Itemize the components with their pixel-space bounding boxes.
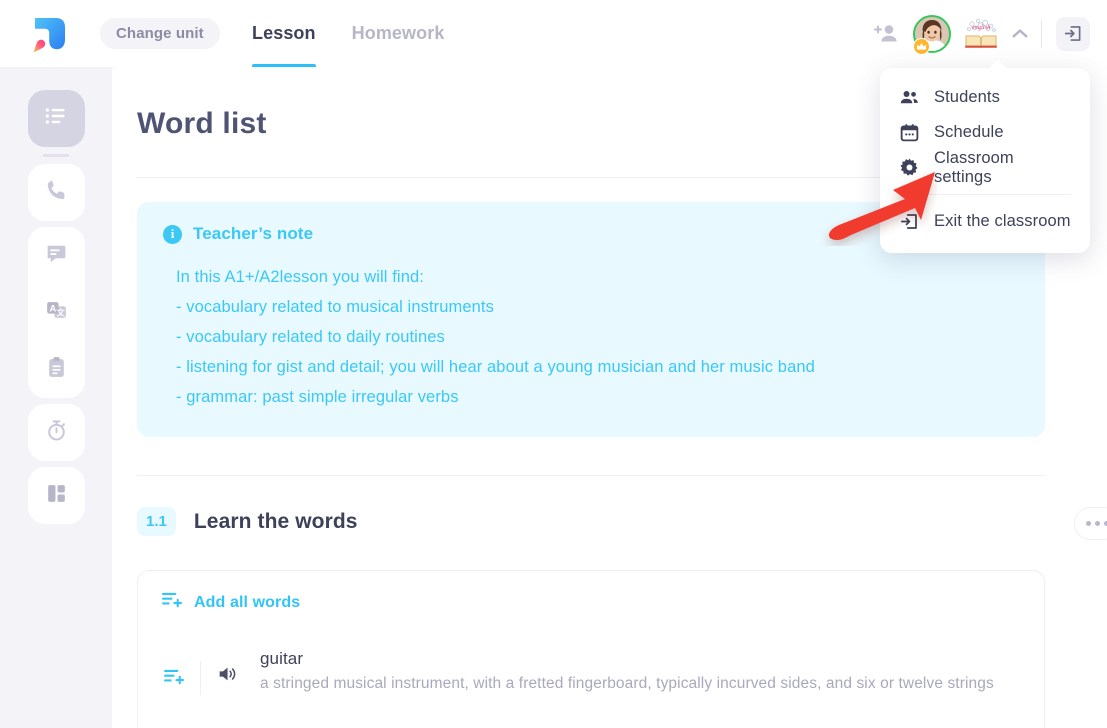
note-line: - vocabulary related to musical instrume… [176, 298, 494, 316]
calendar-icon [899, 122, 920, 143]
translate-icon: A 文 [44, 298, 69, 328]
top-bar: Change unit Lesson Homework english [0, 0, 1107, 67]
sidebar-item-layout[interactable] [28, 467, 85, 524]
section-title: Learn the words [193, 509, 358, 533]
note-line: - grammar: past simple irregular verbs [176, 388, 459, 406]
change-unit-button[interactable]: Change unit [100, 18, 220, 49]
menu-divider [899, 194, 1071, 195]
sidebar-item-translate[interactable]: A 文 [28, 284, 85, 341]
section-number: 1.1 [137, 507, 176, 536]
sidebar-item-notes[interactable] [28, 341, 85, 398]
add-list-icon [162, 591, 183, 615]
menu-item-label: Classroom settings [934, 148, 1014, 186]
phone-icon [44, 178, 69, 208]
word-definition: a stringed musical instrument, with a fr… [260, 675, 994, 692]
add-all-words-button[interactable]: Add all words [162, 591, 1020, 615]
clipboard-icon [44, 355, 69, 385]
classroom-dropdown-menu: Students Schedule Classroom settings Exi… [880, 60, 1090, 253]
menu-item-label: Students [934, 88, 1000, 106]
gear-icon [899, 157, 920, 178]
svg-text:A: A [49, 303, 56, 313]
dot-icon [1085, 521, 1091, 526]
tab-bar: Lesson Homework [252, 0, 444, 67]
more-options-button[interactable] [1074, 507, 1107, 540]
note-line: In this A1+/A2lesson you will find: [176, 268, 424, 286]
english-book-avatar[interactable]: english [963, 17, 999, 50]
word-row: guitar a stringed musical instrument, wi… [162, 649, 1020, 696]
info-icon: i [163, 224, 182, 244]
add-user-icon[interactable] [873, 21, 899, 47]
left-sidebar: A 文 [0, 67, 112, 728]
teachers-note-body: In this A1+/A2lesson you will find: - vo… [163, 262, 1019, 412]
tab-homework[interactable]: Homework [352, 0, 445, 67]
section-divider [137, 475, 1045, 476]
exit-classroom-button[interactable] [1056, 16, 1090, 51]
add-list-icon [163, 668, 185, 692]
menu-item-students[interactable]: Students [880, 80, 1090, 115]
sidebar-item-chat[interactable] [28, 227, 85, 284]
sidebar-group-call [27, 164, 85, 221]
layout-icon [44, 481, 69, 511]
exit-icon [899, 211, 920, 232]
menu-item-classroom-settings[interactable]: Classroom settings [880, 148, 1090, 186]
play-pronunciation-button[interactable] [216, 649, 238, 690]
menu-item-schedule[interactable]: Schedule [880, 115, 1090, 150]
tab-lesson[interactable]: Lesson [252, 0, 316, 67]
menu-item-label: Exit the classroom [934, 212, 1071, 230]
top-bar-divider [1041, 19, 1042, 48]
page-title: Word list [137, 107, 267, 140]
sidebar-group-timer [27, 404, 85, 461]
sidebar-item-timer[interactable] [28, 404, 85, 461]
menu-item-exit-classroom[interactable]: Exit the classroom [880, 204, 1090, 239]
sidebar-group-wordlist [27, 90, 85, 147]
list-icon [43, 103, 69, 134]
sidebar-item-word-list[interactable] [28, 90, 85, 147]
chat-icon [44, 241, 69, 271]
add-word-button[interactable] [162, 649, 186, 692]
dot-icon [1094, 521, 1100, 526]
timer-icon [44, 418, 69, 448]
lingoda-logo[interactable] [25, 12, 71, 56]
top-bar-actions: english [873, 0, 1090, 67]
teacher-avatar[interactable] [913, 14, 951, 55]
sidebar-item-call[interactable] [28, 164, 85, 221]
teachers-note-title: Teacher’s note [193, 224, 314, 243]
dot-icon [1103, 521, 1107, 526]
menu-item-label: Schedule [934, 123, 1004, 141]
crown-badge [913, 37, 930, 55]
section-header: 1.1 Learn the words [137, 507, 358, 536]
sidebar-group-layout [27, 467, 85, 524]
svg-text:english: english [972, 24, 991, 31]
row-divider [200, 661, 201, 695]
sidebar-divider [43, 154, 69, 157]
people-icon [899, 87, 920, 108]
sidebar-group-tools: A 文 [27, 227, 85, 398]
chevron-up-icon[interactable] [1009, 23, 1031, 45]
words-card: Add all words guitar a stringed musical … [137, 570, 1045, 728]
add-all-words-label: Add all words [194, 594, 301, 611]
note-line: - vocabulary related to daily routines [176, 328, 445, 346]
speaker-icon [216, 667, 238, 689]
word-term: guitar [260, 649, 304, 668]
svg-text:文: 文 [56, 307, 65, 317]
note-line: - listening for gist and detail; you wil… [176, 358, 815, 376]
word-content: guitar a stringed musical instrument, wi… [260, 649, 994, 696]
